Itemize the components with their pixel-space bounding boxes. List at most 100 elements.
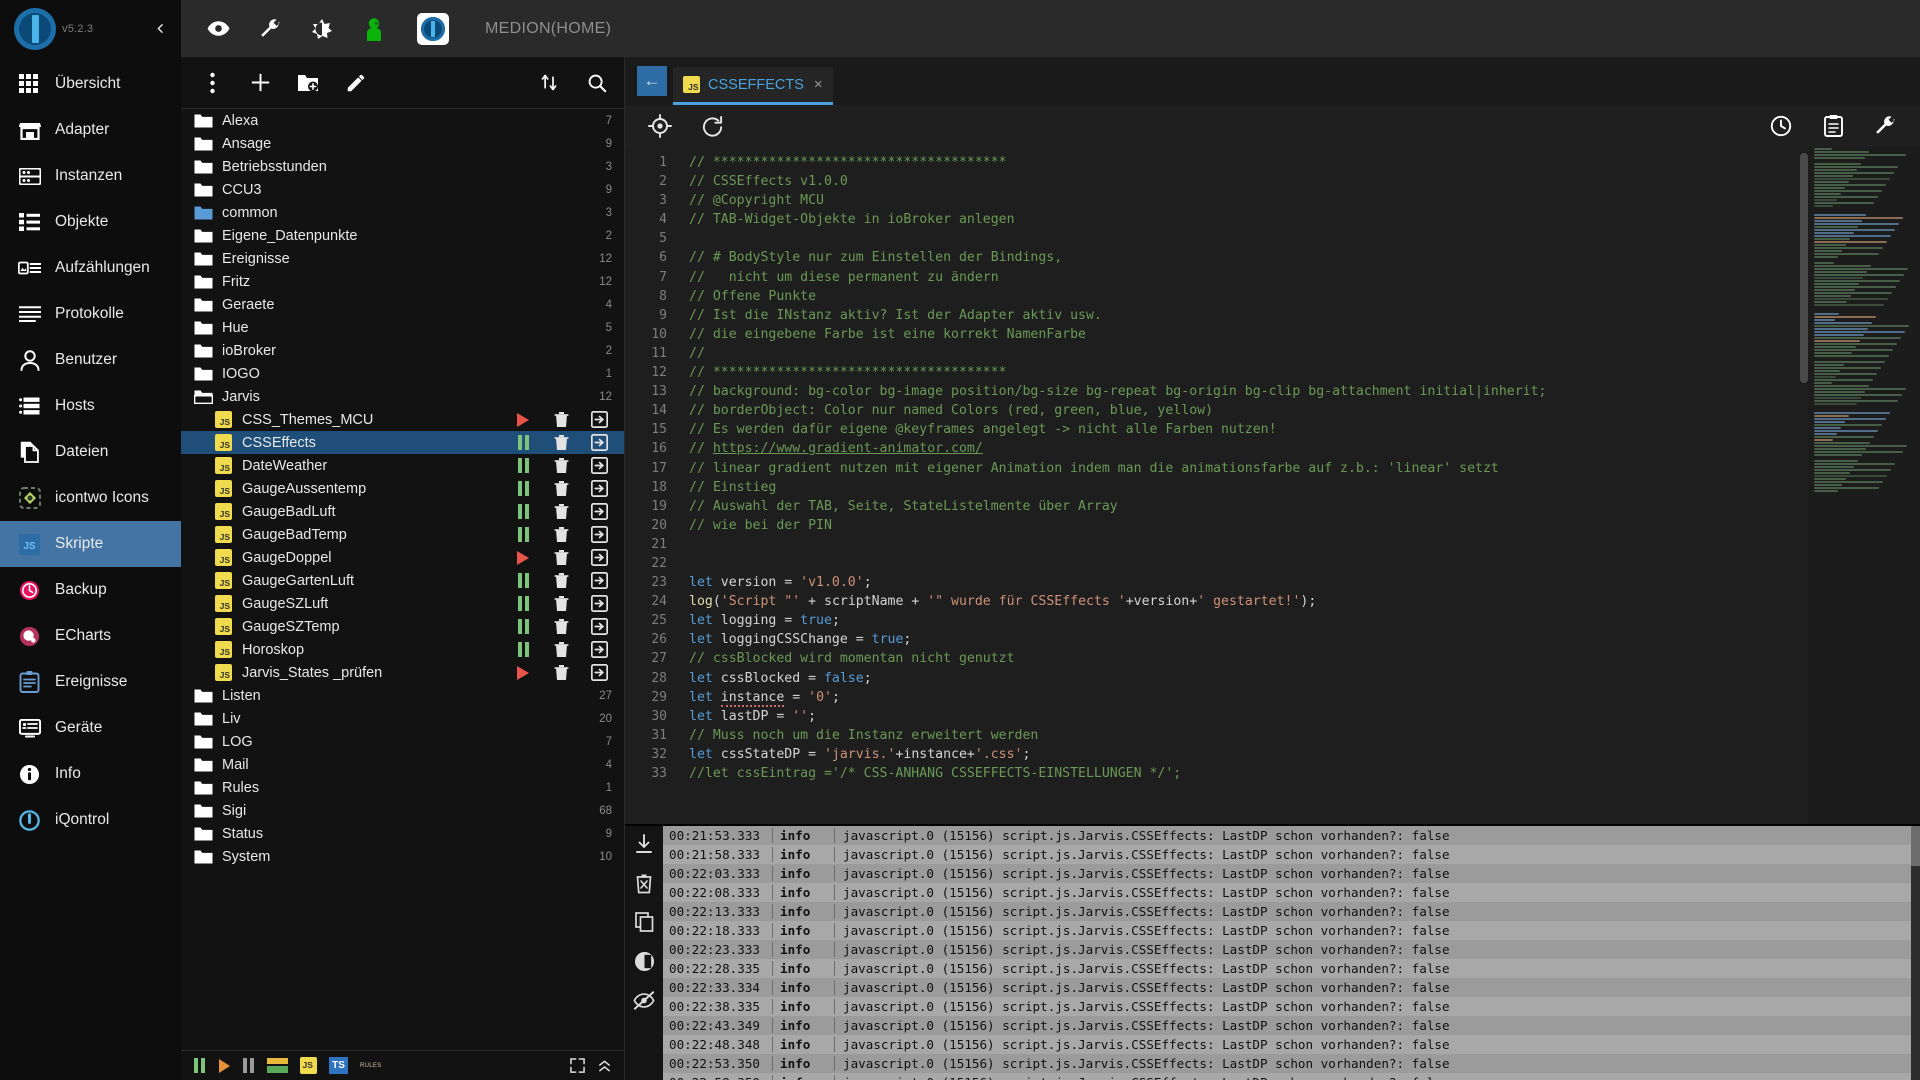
script-item[interactable]: JS CSS_Themes_MCU bbox=[181, 408, 624, 431]
pause-script-icon[interactable] bbox=[514, 503, 532, 521]
log-row[interactable]: 00:22:13.333 info javascript.0 (15156) scr… bbox=[663, 902, 1911, 921]
reload-icon[interactable] bbox=[699, 113, 725, 139]
sidebar-item-iqontrol[interactable]: iQontrol bbox=[0, 797, 181, 843]
sidebar-item-icontwo-icons[interactable]: icontwo Icons bbox=[0, 475, 181, 521]
script-item[interactable]: JS GaugeBadLuft bbox=[181, 500, 624, 523]
log-row[interactable]: 00:22:08.333 info javascript.0 (15156) scr… bbox=[663, 883, 1911, 902]
more-vert-icon[interactable] bbox=[199, 70, 225, 96]
script-item[interactable]: JS GaugeBadTemp bbox=[181, 523, 624, 546]
script-item[interactable]: JS CSSEffects bbox=[181, 431, 624, 454]
log-row[interactable]: 00:22:18.333 info javascript.0 (15156) scr… bbox=[663, 921, 1911, 940]
folder-item[interactable]: Eigene_Datenpunkte 2 bbox=[181, 224, 624, 247]
expand-all-icon[interactable] bbox=[570, 1058, 585, 1073]
code-text[interactable]: // *************************************… bbox=[677, 147, 1920, 824]
folder-item[interactable]: Liv 20 bbox=[181, 707, 624, 730]
export-script-icon[interactable] bbox=[590, 411, 608, 429]
export-script-icon[interactable] bbox=[590, 434, 608, 452]
sidebar-item-objekte[interactable]: Objekte bbox=[0, 199, 181, 245]
script-item[interactable]: JS Horoskop bbox=[181, 638, 624, 661]
log-row[interactable]: 00:21:53.333 info javascript.0 (15156) scr… bbox=[663, 826, 1911, 845]
play-icon[interactable] bbox=[218, 1058, 230, 1073]
export-script-icon[interactable] bbox=[590, 595, 608, 613]
folder-item[interactable]: Fritz 12 bbox=[181, 270, 624, 293]
pause-script-icon[interactable] bbox=[514, 457, 532, 475]
folder-item[interactable]: LOG 7 bbox=[181, 730, 624, 753]
tab-csseffects[interactable]: JS CSSEFFECTS × bbox=[673, 67, 833, 105]
green-person-icon[interactable] bbox=[361, 16, 387, 42]
copy-icon[interactable] bbox=[632, 910, 656, 934]
pause-script-icon[interactable] bbox=[514, 480, 532, 498]
log-row[interactable]: 00:22:38.335 info javascript.0 (15156) scr… bbox=[663, 997, 1911, 1016]
pause-icon[interactable] bbox=[193, 1058, 206, 1073]
script-item[interactable]: JS GaugeSZLuft bbox=[181, 592, 624, 615]
collapse-sidebar-button[interactable] bbox=[149, 18, 171, 40]
folder-item[interactable]: Hue 5 bbox=[181, 316, 624, 339]
export-script-icon[interactable] bbox=[590, 572, 608, 590]
sidebar-item-skripte[interactable]: JS Skripte bbox=[0, 521, 181, 567]
pause-script-icon[interactable] bbox=[514, 618, 532, 636]
editor-scrollbar[interactable] bbox=[1800, 147, 1808, 824]
delete-script-icon[interactable] bbox=[552, 411, 570, 429]
folder-item[interactable]: Sigi 68 bbox=[181, 799, 624, 822]
locate-icon[interactable] bbox=[647, 113, 673, 139]
start-script-icon[interactable] bbox=[514, 549, 532, 567]
sidebar-item-dateien[interactable]: Dateien bbox=[0, 429, 181, 475]
folder-item[interactable]: ioBroker 2 bbox=[181, 339, 624, 362]
clipboard-icon[interactable] bbox=[1820, 113, 1846, 139]
sidebar-item-ereignisse[interactable]: Ereignisse bbox=[0, 659, 181, 705]
folder-item[interactable]: Jarvis 12 bbox=[181, 385, 624, 408]
folder-item[interactable]: Mail 4 bbox=[181, 753, 624, 776]
script-item[interactable]: JS DateWeather bbox=[181, 454, 624, 477]
start-script-icon[interactable] bbox=[514, 411, 532, 429]
sort-icon[interactable] bbox=[536, 70, 562, 96]
add-folder-icon[interactable] bbox=[295, 70, 321, 96]
pause2-icon[interactable] bbox=[242, 1058, 255, 1073]
delete-script-icon[interactable] bbox=[552, 480, 570, 498]
eye-icon[interactable] bbox=[205, 16, 231, 42]
folder-item[interactable]: Geraete 4 bbox=[181, 293, 624, 316]
log-row[interactable]: 00:22:58.350infojavascript.0 (15156) scr… bbox=[663, 1073, 1911, 1080]
export-script-icon[interactable] bbox=[590, 526, 608, 544]
folder-item[interactable]: Alexa 7 bbox=[181, 109, 624, 132]
contrast-icon[interactable] bbox=[309, 16, 335, 42]
sidebar-item-aufz-hlungen[interactable]: Aufzählungen bbox=[0, 245, 181, 291]
log-row[interactable]: 00:22:03.333 info javascript.0 (15156) scr… bbox=[663, 864, 1911, 883]
ts-icon[interactable]: TS bbox=[329, 1057, 348, 1074]
delete-script-icon[interactable] bbox=[552, 641, 570, 659]
js-icon[interactable]: JS bbox=[300, 1057, 317, 1074]
sidebar-item-benutzer[interactable]: Benutzer bbox=[0, 337, 181, 383]
start-script-icon[interactable] bbox=[514, 664, 532, 682]
delete-script-icon[interactable] bbox=[552, 595, 570, 613]
log-row[interactable]: 00:22:48.348 info javascript.0 (15156) scr… bbox=[663, 1035, 1911, 1054]
export-script-icon[interactable] bbox=[590, 618, 608, 636]
export-script-icon[interactable] bbox=[590, 457, 608, 475]
eye-off-icon[interactable] bbox=[632, 988, 656, 1012]
settings-icon[interactable] bbox=[1872, 113, 1898, 139]
sidebar-item-protokolle[interactable]: Protokolle bbox=[0, 291, 181, 337]
export-script-icon[interactable] bbox=[590, 480, 608, 498]
script-item[interactable]: JS GaugeGartenLuft bbox=[181, 569, 624, 592]
blockly-icon[interactable] bbox=[267, 1058, 288, 1073]
delete-script-icon[interactable] bbox=[552, 664, 570, 682]
log-rows[interactable]: 00:21:53.333 info javascript.0 (15156) scr… bbox=[663, 826, 1911, 1080]
sidebar-item-instanzen[interactable]: Instanzen bbox=[0, 153, 181, 199]
delete-script-icon[interactable] bbox=[552, 572, 570, 590]
rules-icon[interactable]: RULES bbox=[360, 1063, 382, 1069]
script-tree[interactable]: Alexa 7 Ansage 9 Betriebsstunden 3 CCU3 9 common… bbox=[181, 109, 624, 1050]
log-row[interactable]: 00:21:58.333 info javascript.0 (15156) scr… bbox=[663, 845, 1911, 864]
folder-item[interactable]: Ereignisse 12 bbox=[181, 247, 624, 270]
script-item[interactable]: JS GaugeAussentemp bbox=[181, 477, 624, 500]
log-row[interactable]: 00:22:28.335 info javascript.0 (15156) scr… bbox=[663, 959, 1911, 978]
log-row[interactable]: 00:22:23.333 info javascript.0 (15156) scr… bbox=[663, 940, 1911, 959]
add-script-icon[interactable] bbox=[247, 70, 273, 96]
folder-item[interactable]: Listen 27 bbox=[181, 684, 624, 707]
download-icon[interactable] bbox=[632, 832, 656, 856]
collapse-all-icon[interactable] bbox=[597, 1058, 612, 1074]
delete-script-icon[interactable] bbox=[552, 549, 570, 567]
script-item[interactable]: JS GaugeDoppel bbox=[181, 546, 624, 569]
delete-script-icon[interactable] bbox=[552, 526, 570, 544]
folder-item[interactable]: IOGO 1 bbox=[181, 362, 624, 385]
back-button[interactable]: ← bbox=[637, 66, 667, 96]
contrast-log-icon[interactable] bbox=[632, 949, 656, 973]
folder-item[interactable]: System 10 bbox=[181, 845, 624, 868]
